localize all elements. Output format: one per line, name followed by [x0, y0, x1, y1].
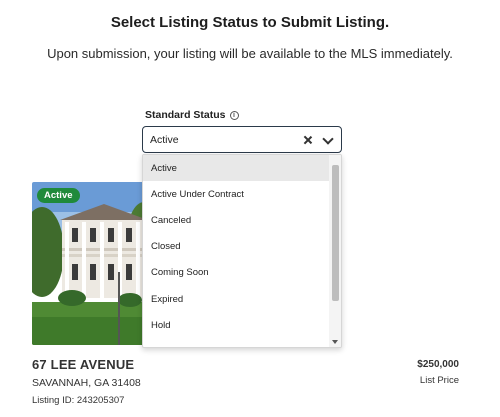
- chevron-down-icon[interactable]: [321, 133, 335, 147]
- status-field-label: Standard Status: [145, 109, 226, 121]
- status-option-incomplete[interactable]: Incomplete: [143, 338, 329, 347]
- scroll-down-arrow-icon[interactable]: [332, 340, 338, 344]
- page-subtitle: Upon submission, your listing will be av…: [47, 46, 453, 61]
- close-icon[interactable]: [301, 133, 315, 147]
- status-badge: Active: [37, 188, 80, 203]
- standard-status-select[interactable]: Active: [142, 126, 342, 153]
- listing-id: Listing ID: 243205307: [32, 395, 125, 406]
- status-option-canceled[interactable]: Canceled: [143, 207, 329, 233]
- status-field-label-row: Standard Status i: [145, 109, 239, 121]
- listing-address: 67 LEE AVENUE: [32, 357, 135, 372]
- status-option-active[interactable]: Active: [143, 155, 329, 182]
- status-dropdown-menu[interactable]: Active Active Under Contract Canceled Cl…: [142, 154, 342, 348]
- page-title: Select Listing Status to Submit Listing.: [110, 14, 390, 31]
- listing-price-label: List Price: [419, 375, 459, 386]
- status-option-hold[interactable]: Hold: [143, 312, 329, 338]
- info-circle-icon[interactable]: i: [229, 110, 239, 120]
- listing-price: $250,000: [417, 359, 459, 370]
- listing-city: SAVANNAH, GA 31408: [32, 377, 141, 389]
- status-option-closed[interactable]: Closed: [143, 234, 329, 260]
- dropdown-scrollbar[interactable]: [329, 155, 341, 347]
- status-select-value: Active: [150, 133, 179, 146]
- status-option-coming-soon[interactable]: Coming Soon: [143, 260, 329, 286]
- listing-photo[interactable]: [32, 182, 152, 345]
- status-option-active-under-contract[interactable]: Active Under Contract: [143, 181, 329, 207]
- scrollbar-thumb[interactable]: [332, 165, 339, 301]
- status-option-expired[interactable]: Expired: [143, 286, 329, 312]
